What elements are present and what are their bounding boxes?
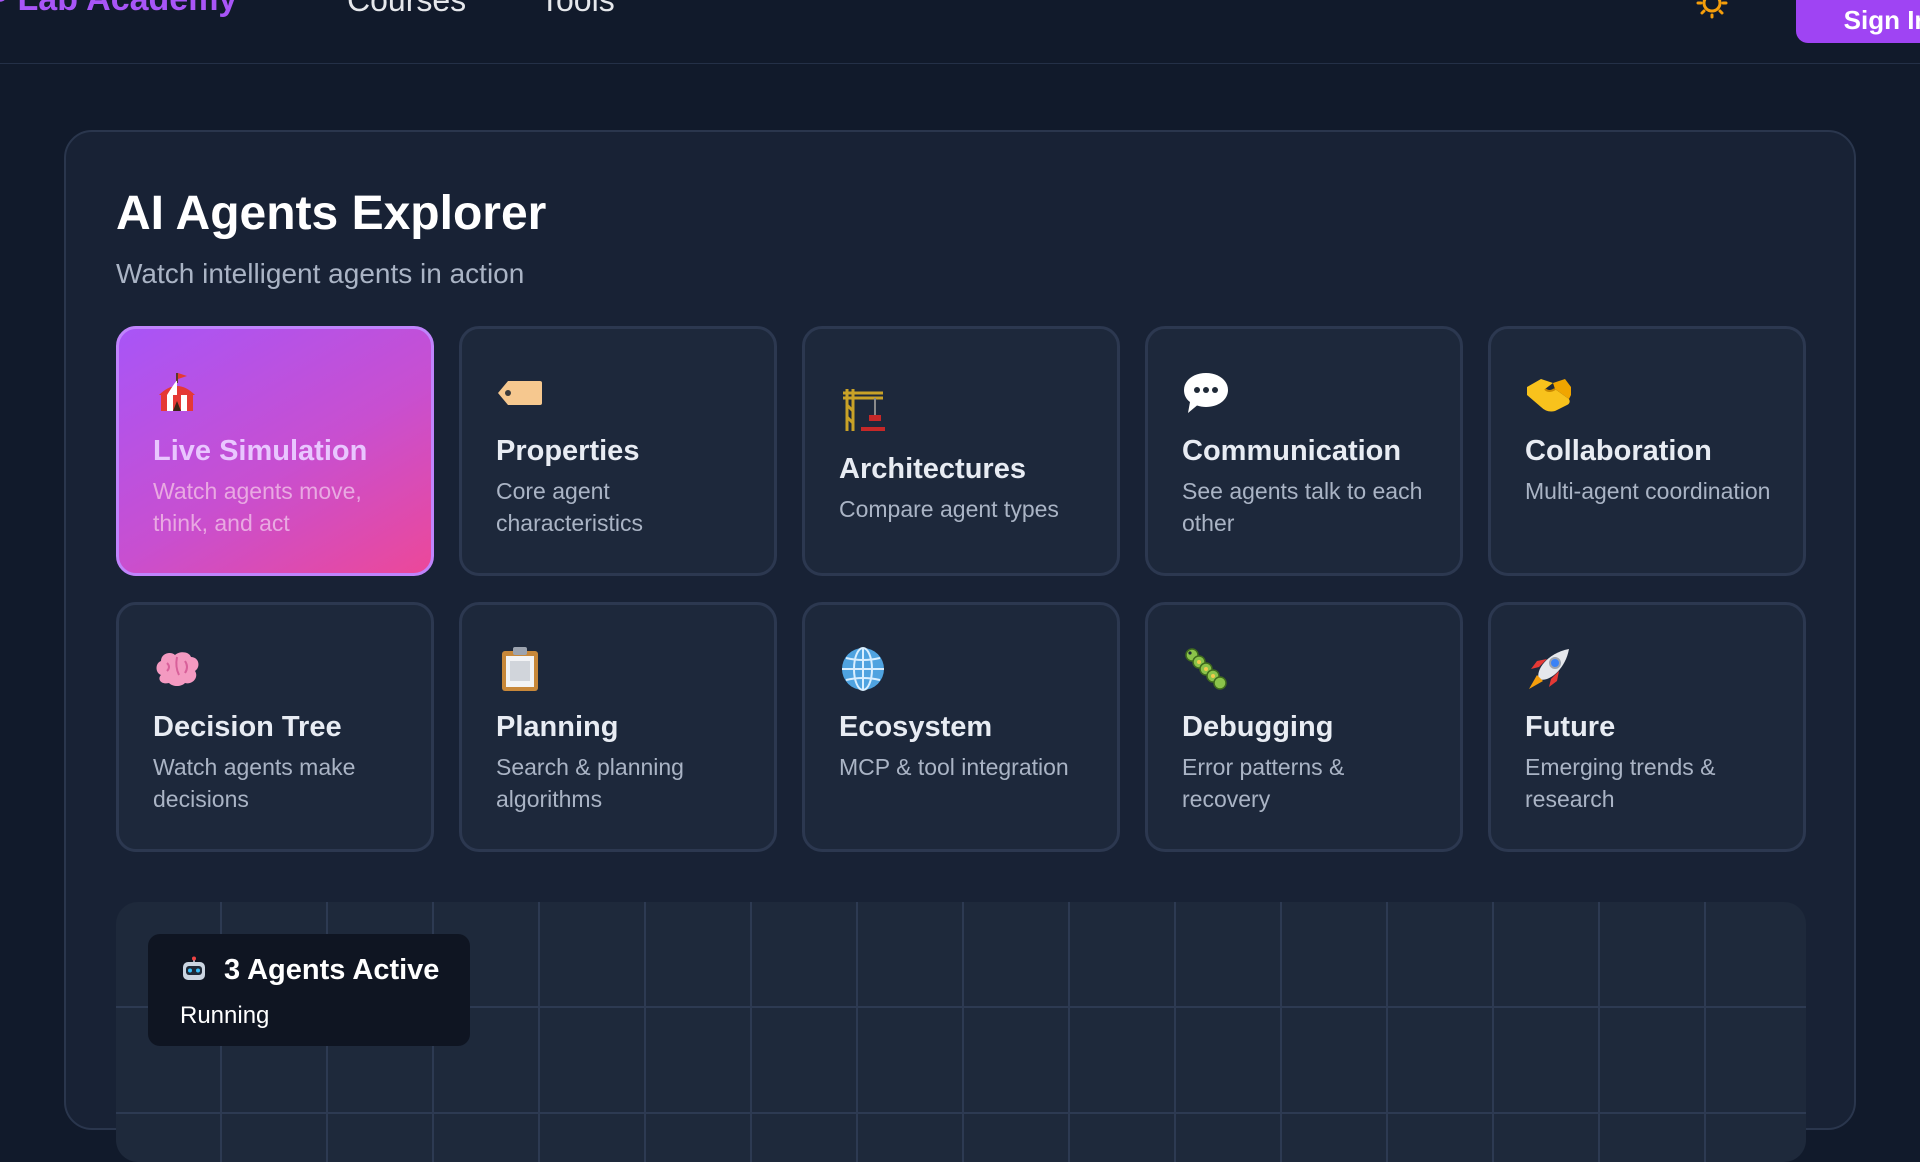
circus-tent-icon <box>153 369 201 417</box>
card-description: Watch agents make decisions <box>153 754 356 812</box>
card-debugging[interactable]: Debugging Error patterns & recovery <box>1145 602 1463 852</box>
card-live-simulation[interactable]: Live Simulation Watch agents move, think… <box>116 326 434 576</box>
card-planning[interactable]: Planning Search & planning algorithms <box>459 602 777 852</box>
sign-in-button[interactable]: Sign In <box>1796 0 1920 43</box>
explorer-card-grid: Live Simulation Watch agents move, think… <box>116 326 1806 852</box>
agents-active-count: 3 Agents Active <box>224 954 440 986</box>
card-title: Communication <box>1182 435 1402 467</box>
speech-bubble-icon <box>1182 369 1230 417</box>
card-title: Ecosystem <box>839 711 993 743</box>
card-description: Error patterns & recovery <box>1182 754 1345 812</box>
card-description: Core agent characteristics <box>496 478 643 536</box>
clipboard-icon <box>496 645 544 693</box>
card-title: Planning <box>496 711 619 743</box>
card-collaboration[interactable]: Collaboration Multi-agent coordination <box>1488 326 1806 576</box>
card-decision-tree[interactable]: Decision Tree Watch agents make decision… <box>116 602 434 852</box>
card-description: MCP & tool integration <box>839 754 1069 780</box>
globe-icon <box>839 645 887 693</box>
robot-icon <box>180 956 208 984</box>
card-title: Future <box>1525 711 1616 743</box>
card-description: Emerging trends & research <box>1525 754 1716 812</box>
card-title: Properties <box>496 435 640 467</box>
agents-status-badge: 3 Agents Active Running <box>148 934 470 1046</box>
nav-link-courses[interactable]: Courses <box>347 0 466 19</box>
card-title: Collaboration <box>1525 435 1712 467</box>
card-description: Watch agents move, think, and act <box>153 478 362 536</box>
brand-logo-text[interactable]: P Lab Academy <box>0 0 237 19</box>
agents-explorer-panel: AI Agents Explorer Watch intelligent age… <box>64 130 1856 1162</box>
tag-icon <box>496 369 544 417</box>
page-title: AI Agents Explorer <box>116 187 547 240</box>
nav-link-tools[interactable]: Tools <box>540 0 615 19</box>
top-navigation-bar: P Lab Academy Courses Tools Sign In <box>0 0 1920 64</box>
card-description: Multi-agent coordination <box>1525 478 1771 504</box>
sun-icon <box>1696 0 1728 19</box>
simulation-canvas[interactable]: 3 Agents Active Running <box>116 902 1806 1162</box>
bug-icon <box>1182 645 1230 693</box>
simulation-state: Running <box>180 1002 270 1029</box>
brain-icon <box>153 645 201 693</box>
card-description: Search & planning algorithms <box>496 754 684 812</box>
card-communication[interactable]: Communication See agents talk to each ot… <box>1145 326 1463 576</box>
card-architectures[interactable]: Architectures Compare agent types <box>802 326 1120 576</box>
card-future[interactable]: Future Emerging trends & research <box>1488 602 1806 852</box>
card-title: Live Simulation <box>153 435 368 467</box>
card-title: Decision Tree <box>153 711 342 743</box>
page-subtitle: Watch intelligent agents in action <box>116 258 525 289</box>
crane-icon <box>839 385 887 433</box>
card-ecosystem[interactable]: Ecosystem MCP & tool integration <box>802 602 1120 852</box>
card-title: Debugging <box>1182 711 1334 743</box>
card-title: Architectures <box>839 453 1026 485</box>
card-description: See agents talk to each other <box>1182 478 1423 536</box>
card-description: Compare agent types <box>839 496 1059 522</box>
card-properties[interactable]: Properties Core agent characteristics <box>459 326 777 576</box>
theme-toggle-button[interactable] <box>1692 0 1732 20</box>
rocket-icon <box>1525 645 1573 693</box>
handshake-icon <box>1525 369 1573 417</box>
